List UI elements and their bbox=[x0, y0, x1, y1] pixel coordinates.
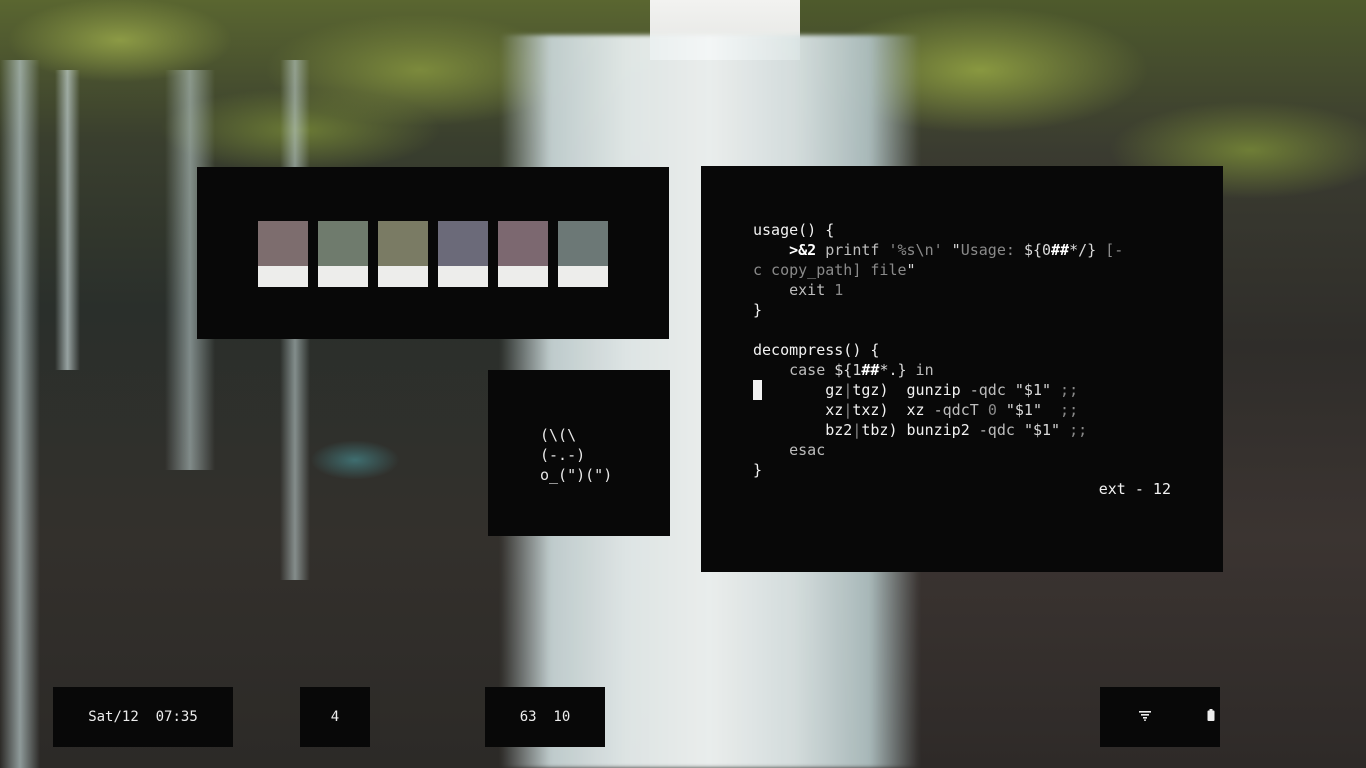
code-token: >&2 bbox=[789, 241, 817, 259]
code-token: Usage: bbox=[960, 241, 1024, 259]
code-token: "$1" bbox=[1014, 381, 1052, 399]
swatch-light bbox=[498, 266, 548, 287]
code-token: ;; bbox=[1051, 381, 1079, 399]
color-swatch bbox=[258, 221, 308, 287]
code-token: exit bbox=[753, 281, 835, 299]
color-swatch bbox=[438, 221, 488, 287]
swatch-color bbox=[258, 221, 308, 266]
color-swatch bbox=[498, 221, 548, 287]
code-line: decompress() { bbox=[753, 340, 879, 360]
code-line: } bbox=[753, 300, 762, 320]
swatch-light bbox=[318, 266, 368, 287]
color-swatch bbox=[558, 221, 608, 287]
code-token: c copy_path] file bbox=[753, 261, 907, 279]
swatch-color bbox=[378, 221, 428, 266]
code-token: " bbox=[906, 261, 916, 279]
ascii-art-window[interactable]: (\(\ (-.-) o_(")(") bbox=[488, 370, 670, 536]
code-token: '%s\n' bbox=[888, 241, 943, 259]
system-tray[interactable] bbox=[1100, 687, 1220, 747]
battery-icon[interactable] bbox=[1173, 693, 1215, 741]
code-token: in bbox=[906, 361, 934, 379]
code-line: exit 1 bbox=[753, 280, 843, 300]
code-token: ${1 bbox=[834, 361, 862, 379]
swatch-light bbox=[558, 266, 608, 287]
color-palette-window[interactable] bbox=[197, 167, 669, 339]
workspace-indicator[interactable]: 4 bbox=[300, 687, 370, 747]
code-token: printf bbox=[816, 241, 889, 259]
swatch-light bbox=[438, 266, 488, 287]
swatch-color bbox=[318, 221, 368, 266]
code-token: decompress() { bbox=[753, 341, 880, 359]
code-line: esac bbox=[753, 440, 825, 460]
ascii-line: (-.-) bbox=[540, 446, 586, 464]
code-token: tbz bbox=[861, 421, 889, 439]
color-swatch bbox=[378, 221, 428, 287]
code-token: ) xz bbox=[879, 401, 934, 419]
ascii-line: o_(")(") bbox=[540, 466, 613, 484]
code-line: usage() { bbox=[753, 220, 834, 240]
wallpaper-waterfall-small bbox=[0, 60, 40, 768]
code-token: [- bbox=[1096, 241, 1124, 259]
code-token: bz2 bbox=[753, 421, 853, 439]
code-line: } bbox=[753, 460, 762, 480]
wallpaper-waterfall-small bbox=[55, 70, 80, 370]
code-token: ${0 bbox=[1023, 241, 1052, 259]
code-line: case ${1##*.} in bbox=[753, 360, 934, 380]
code-token: ) bunzip2 bbox=[888, 421, 979, 439]
code-token: ;; bbox=[1042, 401, 1079, 419]
code-token: xz bbox=[753, 401, 844, 419]
code-token: gz bbox=[753, 381, 844, 399]
wallpaper-pool bbox=[310, 440, 400, 480]
code-token: -qdc bbox=[969, 381, 1015, 399]
code-token: *.} bbox=[879, 361, 907, 379]
system-stats-widget[interactable]: 63 10 bbox=[485, 687, 605, 747]
code-line: >&2 printf '%s\n' "Usage: ${0##*/} [- bbox=[753, 240, 1123, 260]
swatch-color bbox=[498, 221, 548, 266]
clock-widget[interactable]: Sat/12 07:35 bbox=[53, 687, 233, 747]
code-token: | bbox=[843, 381, 853, 399]
swatch-light bbox=[378, 266, 428, 287]
code-line: c copy_path] file" bbox=[753, 260, 916, 280]
code-token: esac bbox=[753, 441, 826, 459]
editor-window[interactable]: ext - 12 usage() { >&2 printf '%s\n' "Us… bbox=[701, 166, 1223, 572]
code-line: bz2|tbz) bunzip2 -qdc "$1" ;; bbox=[753, 420, 1087, 440]
code-line: xz|txz) xz -qdcT 0 "$1" ;; bbox=[753, 400, 1078, 420]
editor-status-line: ext - 12 bbox=[1098, 480, 1171, 498]
code-token: */} bbox=[1069, 241, 1097, 259]
code-token: -qdcT bbox=[933, 401, 988, 419]
swatch-light bbox=[258, 266, 308, 287]
code-token: } bbox=[753, 301, 763, 319]
swatch-color bbox=[558, 221, 608, 266]
code-token: | bbox=[843, 401, 853, 419]
code-token: usage() { bbox=[753, 221, 835, 239]
code-token: " bbox=[942, 241, 961, 259]
code-token: ## bbox=[861, 361, 880, 379]
code-token: txz bbox=[852, 401, 880, 419]
code-token: 1 bbox=[834, 281, 844, 299]
code-token: "$1" bbox=[1023, 421, 1061, 439]
code-token: } bbox=[753, 461, 763, 479]
code-token: "$1" bbox=[1005, 401, 1042, 419]
ascii-line: (\(\ bbox=[540, 426, 577, 444]
wifi-icon[interactable] bbox=[1105, 693, 1151, 741]
code-token: tgz bbox=[852, 381, 880, 399]
code-token: ) gunzip bbox=[879, 381, 970, 399]
code-token: ;; bbox=[1060, 421, 1088, 439]
code-token: ## bbox=[1051, 241, 1070, 259]
code-token: case bbox=[753, 361, 835, 379]
color-swatch bbox=[318, 221, 368, 287]
code-token: -qdc bbox=[978, 421, 1024, 439]
swatch-color bbox=[438, 221, 488, 266]
code-line: gz|tgz) gunzip -qdc "$1" ;; bbox=[753, 380, 1078, 400]
code-token: 0 bbox=[987, 401, 1006, 419]
